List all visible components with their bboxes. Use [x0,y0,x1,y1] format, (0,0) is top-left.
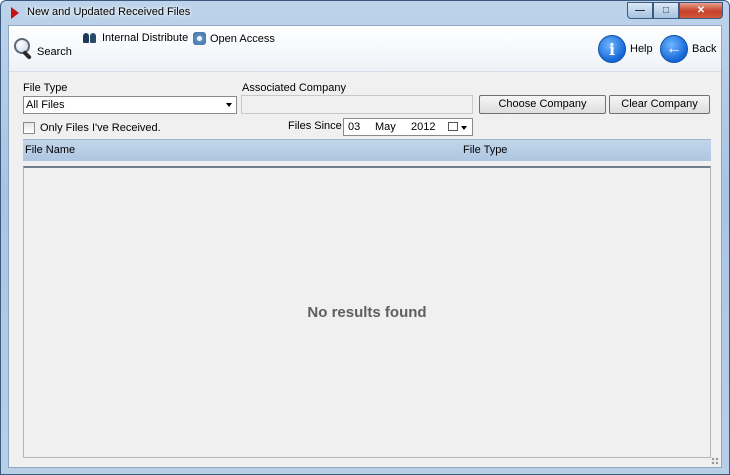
close-button[interactable]: ✕ [679,2,723,19]
resize-grip-icon[interactable] [711,457,719,465]
open-access-icon [193,32,206,45]
help-button[interactable]: i Help [598,35,653,63]
search-label: Search [37,46,72,58]
date-day[interactable]: 03 [348,121,360,133]
window-controls: — □ ✕ [627,2,723,19]
chevron-down-icon[interactable] [461,126,467,130]
magnifier-icon [13,37,33,60]
open-access-button[interactable]: Open Access [193,32,275,45]
minimize-button[interactable]: — [627,2,653,19]
toolbar: Search Internal Distribute Open Access i… [9,26,721,72]
file-type-select[interactable]: All Files [23,96,237,114]
date-month[interactable]: May [375,121,396,133]
results-grid-header: File Name File Type [23,139,711,161]
dropdown-arrow-icon [226,103,232,107]
maximize-button[interactable]: □ [653,2,679,19]
people-icon [82,32,98,44]
client-area: Search Internal Distribute Open Access i… [8,25,722,468]
clear-company-button[interactable]: Clear Company [609,95,710,114]
back-arrow-icon: ← [660,35,688,63]
calendar-icon[interactable] [448,122,458,131]
choose-company-button[interactable]: Choose Company [479,95,606,114]
search-button[interactable]: Search [13,37,72,60]
column-header-file-type[interactable]: File Type [463,144,507,156]
internal-distribute-label: Internal Distribute [102,32,189,44]
empty-results-message: No results found [307,304,427,321]
back-label: Back [692,43,717,55]
info-icon: i [598,35,626,63]
app-logo-icon [11,7,19,19]
associated-company-label: Associated Company [242,82,346,94]
files-since-date-picker[interactable]: 03 May 2012 [343,118,473,136]
date-year[interactable]: 2012 [411,121,435,133]
open-access-label: Open Access [210,32,275,45]
help-label: Help [630,43,653,55]
file-type-value: All Files [26,99,65,111]
results-grid[interactable]: No results found [23,166,711,458]
column-header-file-name[interactable]: File Name [25,144,75,156]
files-since-label: Files Since [288,120,342,132]
window-title: New and Updated Received Files [27,6,191,18]
internal-distribute-button[interactable]: Internal Distribute [82,32,188,44]
only-received-checkbox[interactable] [23,122,35,134]
title-bar[interactable]: New and Updated Received Files — □ ✕ [1,1,729,25]
file-type-label: File Type [23,82,68,94]
only-received-label: Only Files I've Received. [40,122,161,134]
back-button[interactable]: ← Back [660,35,716,63]
associated-company-field [241,95,473,114]
app-window: New and Updated Received Files — □ ✕ Sea… [0,0,730,475]
